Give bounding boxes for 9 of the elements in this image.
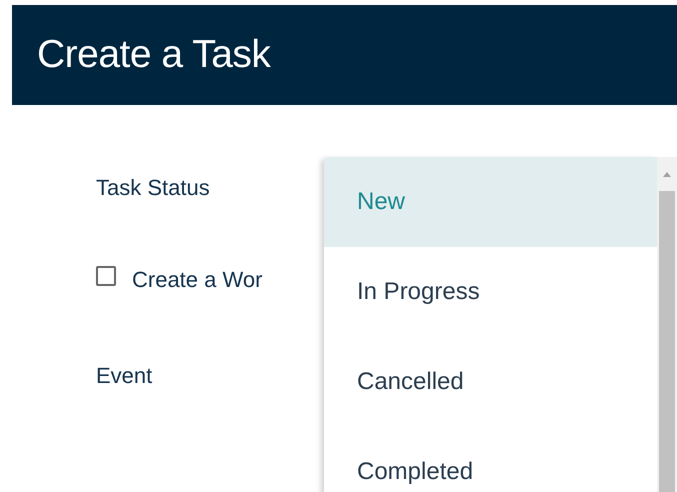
page-title: Create a Task xyxy=(37,32,270,78)
dropdown-option[interactable]: Cancelled xyxy=(324,337,657,427)
dropdown-option[interactable]: Completed xyxy=(324,427,657,492)
checkbox[interactable] xyxy=(96,266,116,286)
checkbox-label: Create a Wor xyxy=(132,266,262,294)
dropdown-option[interactable]: In Progress xyxy=(324,247,657,337)
scrollbar[interactable] xyxy=(657,157,677,492)
field-label: Task Status xyxy=(96,174,210,202)
field-label: Event xyxy=(96,362,152,390)
